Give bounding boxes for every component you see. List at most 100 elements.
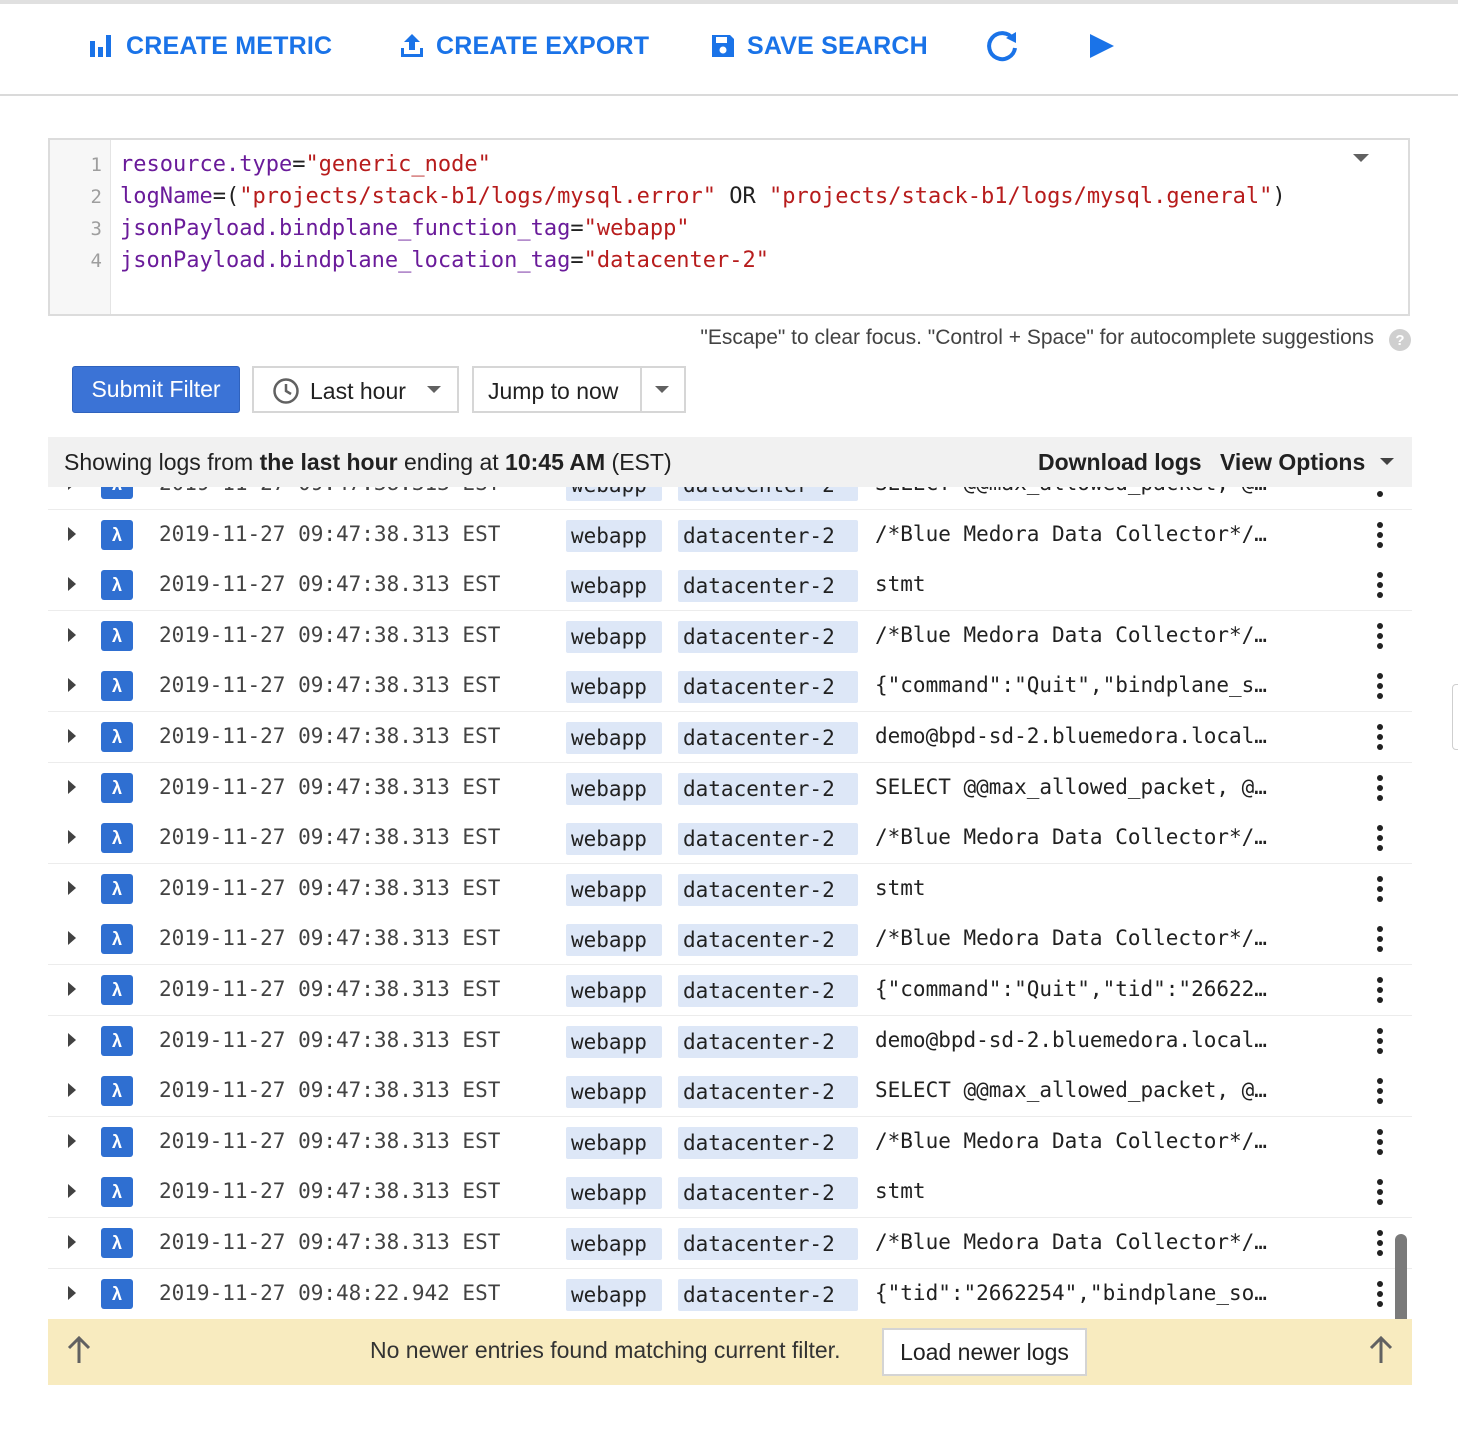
expand-triangle-icon[interactable]: [66, 779, 78, 795]
more-vert-icon[interactable]: [1370, 1026, 1390, 1056]
expand-triangle-icon[interactable]: [66, 627, 78, 643]
function-tag-chip[interactable]: webapp: [566, 924, 662, 956]
function-tag-chip[interactable]: webapp: [566, 1177, 662, 1209]
function-tag-chip[interactable]: webapp: [566, 621, 662, 653]
more-vert-icon[interactable]: [1370, 671, 1390, 701]
play-icon[interactable]: [1082, 26, 1122, 66]
expand-triangle-icon[interactable]: [66, 880, 78, 896]
more-vert-icon[interactable]: [1370, 520, 1390, 550]
side-panel-tab[interactable]: [1452, 684, 1458, 750]
expand-triangle-icon[interactable]: [66, 487, 78, 491]
function-tag-chip[interactable]: webapp: [566, 1279, 662, 1311]
location-tag-chip[interactable]: datacenter-2: [678, 1177, 858, 1209]
more-vert-icon[interactable]: [1370, 1127, 1390, 1157]
expand-triangle-icon[interactable]: [66, 930, 78, 946]
log-entry-list[interactable]: λ 2019-11-27 09:47:38.313 EST webapp datace…: [48, 487, 1412, 1319]
expand-triangle-icon[interactable]: [66, 1082, 78, 1098]
expand-triangle-icon[interactable]: [66, 1183, 78, 1199]
log-entry-row[interactable]: λ 2019-11-27 09:48:22.942 EST webapp datace…: [48, 1269, 1412, 1319]
log-entry-row[interactable]: λ 2019-11-27 09:47:38.313 EST webapp datace…: [48, 661, 1412, 713]
refresh-icon[interactable]: [982, 26, 1022, 66]
view-options-button[interactable]: View Options: [1220, 449, 1395, 476]
expand-triangle-icon[interactable]: [66, 981, 78, 997]
more-vert-icon[interactable]: [1370, 1279, 1390, 1309]
expand-triangle-icon[interactable]: [66, 1032, 78, 1048]
expand-triangle-icon[interactable]: [66, 1285, 78, 1301]
more-vert-icon[interactable]: [1370, 570, 1390, 600]
expand-triangle-icon[interactable]: [66, 728, 78, 744]
location-tag-chip[interactable]: datacenter-2: [678, 1279, 858, 1311]
log-entry-row[interactable]: λ 2019-11-27 09:47:38.313 EST webapp datace…: [48, 864, 1412, 916]
more-vert-icon[interactable]: [1370, 487, 1390, 499]
more-vert-icon[interactable]: [1370, 1177, 1390, 1207]
log-entry-row[interactable]: λ 2019-11-27 09:47:38.313 EST webapp datace…: [48, 560, 1412, 612]
save-search-button[interactable]: SAVE SEARCH: [709, 26, 928, 66]
location-tag-chip[interactable]: datacenter-2: [678, 924, 858, 956]
log-entry-row[interactable]: λ 2019-11-27 09:47:38.313 EST webapp datace…: [48, 914, 1412, 966]
log-entry-row[interactable]: λ 2019-11-27 09:47:38.313 EST webapp datace…: [48, 813, 1412, 865]
download-logs-button[interactable]: Download logs: [1038, 449, 1202, 476]
function-tag-chip[interactable]: webapp: [566, 1228, 662, 1260]
location-tag-chip[interactable]: datacenter-2: [678, 1076, 858, 1108]
function-tag-chip[interactable]: webapp: [566, 773, 662, 805]
chevron-down-icon[interactable]: [1352, 152, 1370, 164]
location-tag-chip[interactable]: datacenter-2: [678, 874, 858, 906]
function-tag-chip[interactable]: webapp: [566, 823, 662, 855]
more-vert-icon[interactable]: [1370, 1076, 1390, 1106]
expand-triangle-icon[interactable]: [66, 1234, 78, 1250]
function-tag-chip[interactable]: webapp: [566, 570, 662, 602]
location-tag-chip[interactable]: datacenter-2: [678, 975, 858, 1007]
log-entry-row[interactable]: λ 2019-11-27 09:47:38.313 EST webapp datace…: [48, 1117, 1412, 1169]
location-tag-chip[interactable]: datacenter-2: [678, 1127, 858, 1159]
submit-filter-button[interactable]: Submit Filter: [72, 366, 240, 413]
log-entry-row[interactable]: λ 2019-11-27 09:47:38.313 EST webapp datace…: [48, 510, 1412, 562]
more-vert-icon[interactable]: [1370, 1228, 1390, 1258]
log-entry-row[interactable]: λ 2019-11-27 09:47:38.313 EST webapp datace…: [48, 1016, 1412, 1068]
location-tag-chip[interactable]: datacenter-2: [678, 773, 858, 805]
log-entry-row[interactable]: λ 2019-11-27 09:47:38.313 EST webapp datace…: [48, 712, 1412, 764]
chevron-down-icon[interactable]: [654, 385, 670, 395]
function-tag-chip[interactable]: webapp: [566, 874, 662, 906]
expand-triangle-icon[interactable]: [66, 1133, 78, 1149]
expand-triangle-icon[interactable]: [66, 576, 78, 592]
function-tag-chip[interactable]: webapp: [566, 1127, 662, 1159]
function-tag-chip[interactable]: webapp: [566, 1026, 662, 1058]
log-entry-row[interactable]: λ 2019-11-27 09:47:38.313 EST webapp datace…: [48, 763, 1412, 815]
location-tag-chip[interactable]: datacenter-2: [678, 621, 858, 653]
log-entry-row[interactable]: λ 2019-11-27 09:47:38.313 EST webapp datace…: [48, 965, 1412, 1017]
log-entry-row[interactable]: λ 2019-11-27 09:47:38.313 EST webapp datace…: [48, 1066, 1412, 1118]
function-tag-chip[interactable]: webapp: [566, 722, 662, 754]
more-vert-icon[interactable]: [1370, 722, 1390, 752]
expand-triangle-icon[interactable]: [66, 526, 78, 542]
location-tag-chip[interactable]: datacenter-2: [678, 487, 858, 501]
location-tag-chip[interactable]: datacenter-2: [678, 520, 858, 552]
function-tag-chip[interactable]: webapp: [566, 487, 662, 501]
more-vert-icon[interactable]: [1370, 924, 1390, 954]
more-vert-icon[interactable]: [1370, 874, 1390, 904]
function-tag-chip[interactable]: webapp: [566, 1076, 662, 1108]
location-tag-chip[interactable]: datacenter-2: [678, 823, 858, 855]
more-vert-icon[interactable]: [1370, 621, 1390, 651]
location-tag-chip[interactable]: datacenter-2: [678, 671, 858, 703]
expand-triangle-icon[interactable]: [66, 829, 78, 845]
location-tag-chip[interactable]: datacenter-2: [678, 722, 858, 754]
log-entry-row[interactable]: λ 2019-11-27 09:47:38.313 EST webapp datace…: [48, 1167, 1412, 1219]
more-vert-icon[interactable]: [1370, 975, 1390, 1005]
load-newer-logs-button[interactable]: Load newer logs: [882, 1328, 1087, 1376]
create-metric-button[interactable]: CREATE METRIC: [88, 26, 332, 66]
location-tag-chip[interactable]: datacenter-2: [678, 1026, 858, 1058]
more-vert-icon[interactable]: [1370, 823, 1390, 853]
function-tag-chip[interactable]: webapp: [566, 520, 662, 552]
filter-editor[interactable]: 1 2 3 4 resource.type="generic_node" log…: [48, 138, 1410, 316]
location-tag-chip[interactable]: datacenter-2: [678, 570, 858, 602]
arrow-up-icon[interactable]: [1368, 1335, 1394, 1365]
jump-to-now-button[interactable]: Jump to now: [488, 378, 618, 405]
help-icon[interactable]: ?: [1388, 328, 1412, 352]
expand-triangle-icon[interactable]: [66, 677, 78, 693]
log-entry-row[interactable]: λ 2019-11-27 09:47:38.313 EST webapp datace…: [48, 611, 1412, 663]
location-tag-chip[interactable]: datacenter-2: [678, 1228, 858, 1260]
log-entry-row[interactable]: λ 2019-11-27 09:47:38.313 EST webapp datace…: [48, 1218, 1412, 1270]
jump-to-now-control[interactable]: Jump to now: [472, 366, 686, 413]
more-vert-icon[interactable]: [1370, 773, 1390, 803]
create-export-button[interactable]: CREATE EXPORT: [398, 26, 649, 66]
